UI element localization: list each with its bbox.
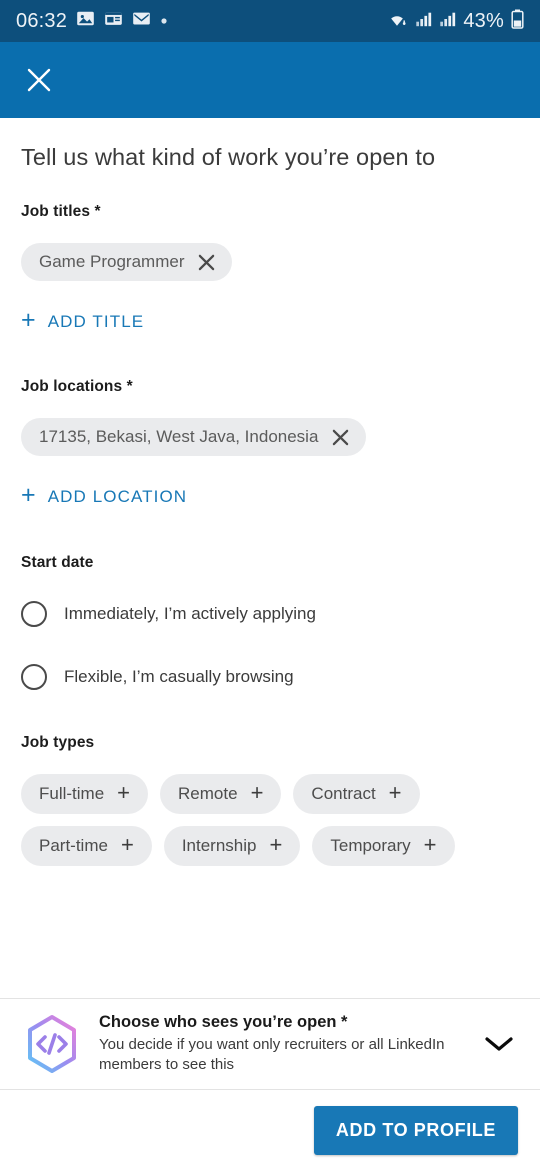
app-screen: 06:32 43% Tell us what kind of work you’… bbox=[0, 0, 540, 1170]
job-locations-section: Job locations * 17135, Bekasi, West Java… bbox=[21, 378, 519, 509]
chevron-down-icon bbox=[485, 1037, 513, 1051]
wifi-icon bbox=[386, 10, 408, 33]
visibility-card-text: Choose who sees you’re open * You decide… bbox=[99, 1013, 463, 1075]
signal-icon bbox=[415, 10, 432, 33]
job-type-label: Remote bbox=[178, 784, 238, 803]
plus-icon: + bbox=[21, 481, 37, 509]
start-date-label: Start date bbox=[21, 554, 94, 571]
job-type-label: Part-time bbox=[39, 836, 108, 855]
plus-icon: + bbox=[423, 832, 437, 857]
status-bar-left: 06:32 bbox=[16, 9, 168, 33]
job-types-label: Job types bbox=[21, 734, 95, 751]
job-location-chip-label: 17135, Bekasi, West Java, Indonesia bbox=[39, 427, 319, 446]
status-time: 06:32 bbox=[16, 9, 68, 32]
radio-icon[interactable] bbox=[21, 664, 47, 690]
job-types-chip-row: Full-time + Remote + Contract + Part-tim… bbox=[21, 774, 519, 866]
plus-icon: + bbox=[388, 780, 402, 805]
job-type-label: Temporary bbox=[330, 836, 411, 855]
start-date-section: Start date Immediately, I’m actively app… bbox=[21, 554, 519, 690]
job-locations-label: Job locations * bbox=[21, 378, 133, 395]
plus-icon: + bbox=[117, 780, 131, 805]
add-title-button[interactable]: + ADD TITLE bbox=[21, 306, 145, 334]
status-bar-right: 43% bbox=[386, 9, 524, 34]
job-type-chip-part-time[interactable]: Part-time + bbox=[21, 826, 152, 866]
bottom-action-bar: ADD TO PROFILE bbox=[0, 1090, 540, 1170]
start-date-option-label: Immediately, I’m actively applying bbox=[64, 604, 316, 623]
gmail-icon bbox=[132, 9, 151, 33]
page-title: Tell us what kind of work you’re open to bbox=[21, 144, 436, 170]
expand-button[interactable] bbox=[479, 1035, 519, 1053]
job-location-chip[interactable]: 17135, Bekasi, West Java, Indonesia bbox=[21, 418, 367, 456]
news-icon bbox=[104, 9, 123, 33]
plus-icon: + bbox=[269, 832, 283, 857]
remove-icon[interactable] bbox=[332, 429, 349, 446]
plus-icon: + bbox=[120, 832, 134, 857]
job-title-chip-label: Game Programmer bbox=[39, 252, 185, 271]
form-content: Tell us what kind of work you’re open to… bbox=[0, 118, 540, 998]
job-type-chip-contract[interactable]: Contract + bbox=[293, 774, 420, 814]
job-type-chip-remote[interactable]: Remote + bbox=[160, 774, 282, 814]
code-hexagon-icon bbox=[21, 1013, 83, 1075]
plus-icon: + bbox=[21, 306, 37, 334]
plus-icon: + bbox=[250, 780, 264, 805]
signal-icon bbox=[439, 10, 456, 33]
job-type-chip-temporary[interactable]: Temporary + bbox=[312, 826, 455, 866]
job-titles-label: Job titles * bbox=[21, 203, 101, 220]
add-location-label: ADD LOCATION bbox=[47, 486, 188, 506]
job-type-label: Contract bbox=[311, 784, 376, 803]
job-locations-chip-row: 17135, Bekasi, West Java, Indonesia bbox=[21, 418, 519, 456]
start-date-option-label: Flexible, I’m casually browsing bbox=[64, 667, 294, 686]
close-icon bbox=[27, 68, 51, 92]
visibility-card-title: Choose who sees you’re open * bbox=[99, 1013, 348, 1032]
add-location-button[interactable]: + ADD LOCATION bbox=[21, 481, 188, 509]
add-title-label: ADD TITLE bbox=[47, 311, 145, 331]
app-bar bbox=[0, 42, 540, 118]
job-titles-chip-row: Game Programmer bbox=[21, 243, 519, 281]
job-types-section: Job types Full-time + Remote + Contract … bbox=[21, 734, 519, 866]
dot-icon bbox=[160, 12, 168, 30]
start-date-option-flexible[interactable]: Flexible, I’m casually browsing bbox=[21, 664, 519, 690]
visibility-card[interactable]: Choose who sees you’re open * You decide… bbox=[0, 998, 540, 1090]
job-title-chip[interactable]: Game Programmer bbox=[21, 243, 233, 281]
battery-icon bbox=[511, 9, 524, 34]
remove-icon[interactable] bbox=[198, 254, 215, 271]
start-date-option-immediately[interactable]: Immediately, I’m actively applying bbox=[21, 601, 519, 627]
status-bar: 06:32 43% bbox=[0, 0, 540, 42]
radio-icon[interactable] bbox=[21, 601, 47, 627]
battery-percent-label: 43% bbox=[463, 9, 504, 32]
job-type-chip-internship[interactable]: Internship + bbox=[163, 826, 301, 866]
photos-icon bbox=[76, 9, 95, 33]
add-to-profile-button[interactable]: ADD TO PROFILE bbox=[313, 1105, 518, 1155]
close-button[interactable] bbox=[22, 63, 56, 97]
job-type-label: Internship bbox=[181, 836, 257, 855]
job-type-chip-full-time[interactable]: Full-time + bbox=[21, 774, 149, 814]
job-type-label: Full-time bbox=[39, 784, 105, 803]
job-titles-section: Job titles * Game Programmer + ADD TITLE bbox=[21, 203, 519, 334]
visibility-card-description: You decide if you want only recruiters o… bbox=[99, 1036, 445, 1073]
